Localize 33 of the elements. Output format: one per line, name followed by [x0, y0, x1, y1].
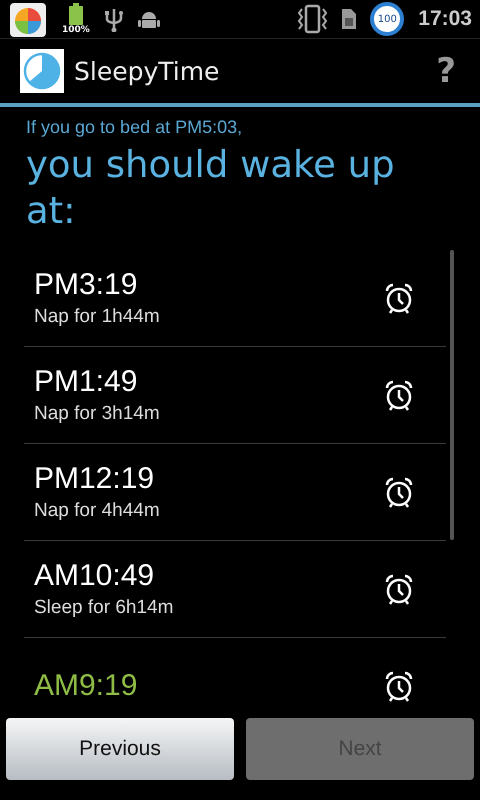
battery-level: 100%	[62, 25, 90, 35]
wake-time-item[interactable]: PM3:19 Nap for 1h44m	[24, 250, 446, 347]
alarm-clock-icon	[384, 380, 414, 410]
sleep-duration: Nap for 1h44m	[34, 306, 160, 328]
alarm-clock-icon	[384, 574, 414, 604]
battery-icon	[68, 3, 83, 25]
wake-time: AM9:19	[34, 669, 138, 703]
alarm-clock-icon	[384, 476, 414, 508]
app-title: SleepyTime	[74, 56, 220, 86]
sleep-duration: Nap for 4h44m	[34, 500, 160, 522]
alarm-clock-icon	[384, 282, 414, 314]
intro-text: If you go to bed at PM5:03,	[26, 117, 244, 138]
wake-time-item[interactable]: PM12:19 Nap for 4h44m	[24, 444, 446, 541]
android-icon	[138, 9, 160, 29]
wake-time-item[interactable]: AM10:49 Sleep for 6h14m	[24, 541, 446, 638]
sleep-duration: Nap for 3h14m	[34, 403, 160, 425]
wake-time-item[interactable]: PM1:49 Nap for 3h14m	[24, 347, 446, 444]
sleep-duration: Sleep for 6h14m	[34, 597, 174, 619]
wake-time: AM10:49	[34, 559, 156, 593]
wake-time: PM1:49	[34, 365, 138, 399]
clock: 17:03	[418, 7, 472, 31]
sim-card-icon	[342, 9, 356, 29]
clock-icon	[20, 49, 64, 93]
usb-icon	[104, 6, 124, 32]
battery-badge: 100	[370, 2, 404, 36]
previous-button[interactable]: Previous	[6, 718, 234, 780]
app-store-icon	[8, 0, 48, 39]
vibrate-icon	[296, 4, 328, 34]
wake-time: PM12:19	[34, 462, 156, 496]
heading: you should wake up at:	[26, 142, 396, 234]
alarm-clock-icon	[384, 670, 414, 702]
help-button[interactable]: ?	[432, 51, 460, 91]
wake-time: PM3:19	[34, 268, 138, 302]
